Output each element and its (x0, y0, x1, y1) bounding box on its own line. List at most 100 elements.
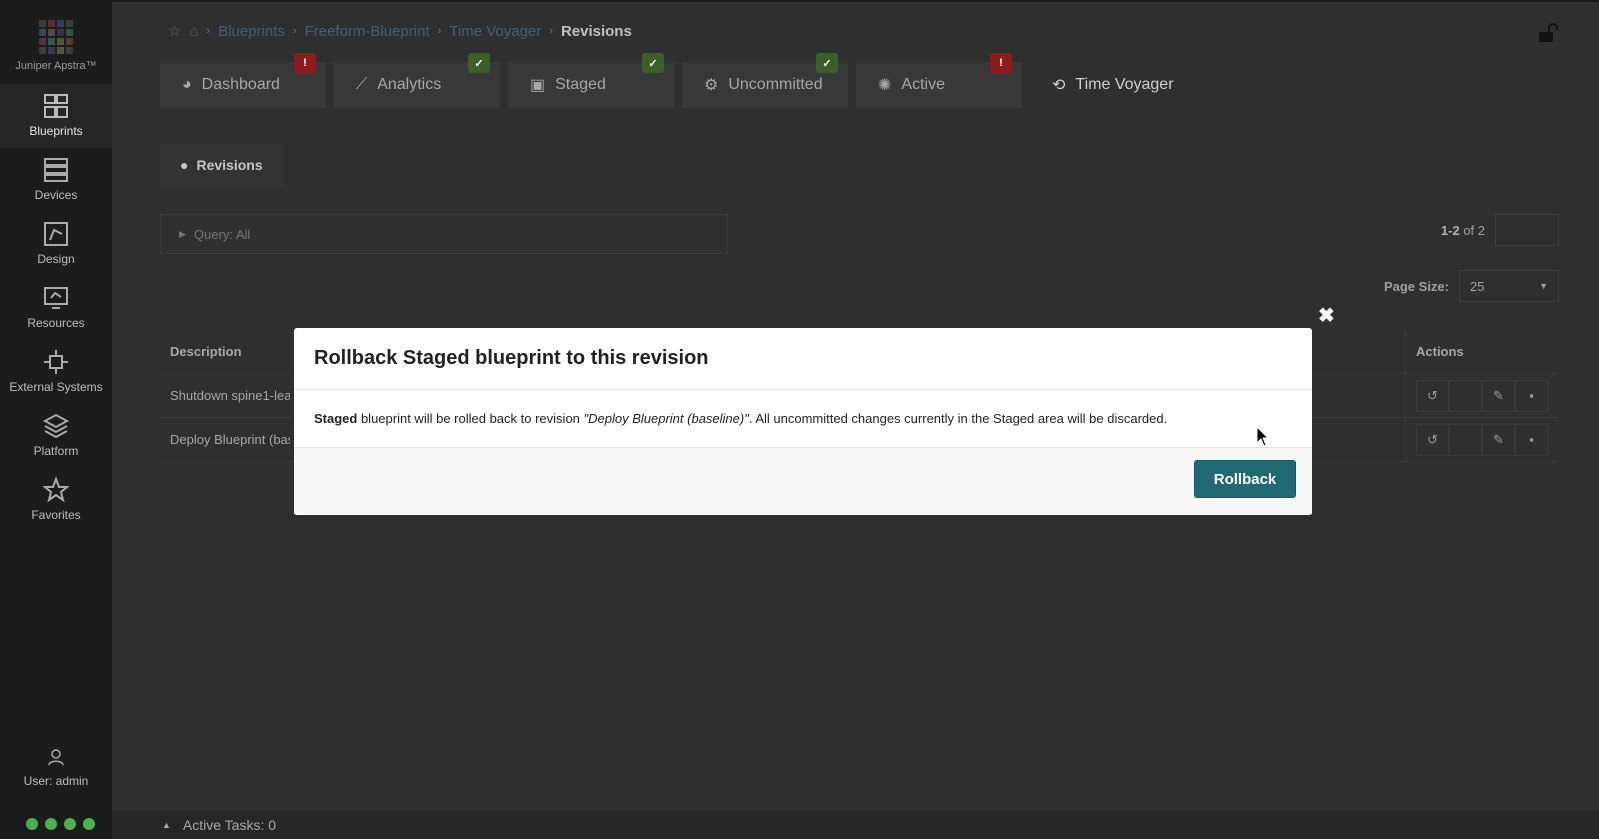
tab-revisions[interactable]: ● Revisions (160, 144, 283, 186)
breadcrumb-separator: › (437, 25, 442, 37)
page-size-select[interactable]: 25 ▼ (1459, 270, 1559, 302)
sidebar-item-external-systems[interactable]: External Systems (0, 340, 112, 404)
blueprint-tabs: ◕ Dashboard ! ⟋ Analytics ✓ ▣ Staged ✓ ⚙… (160, 53, 1200, 108)
resources-icon (44, 287, 68, 309)
active-tasks-bar[interactable]: ▲ Active Tasks: 0 (112, 811, 1599, 839)
breadcrumb-current: Revisions (560, 22, 632, 40)
column-header-actions: Actions (1405, 330, 1559, 373)
modal-body-text-end: . All uncommitted changes currently in t… (748, 411, 1168, 426)
close-icon[interactable]: ✖ (1318, 303, 1335, 328)
delete-icon[interactable]: ▪ (1515, 379, 1548, 412)
status-dot (45, 818, 57, 830)
analytics-icon: ⟋ (356, 76, 368, 93)
tab-dashboard[interactable]: ◕ Dashboard ! (160, 53, 326, 108)
sidebar-item-devices[interactable]: Devices (0, 148, 112, 212)
sidebar-item-design[interactable]: Design (0, 212, 112, 276)
star-icon (42, 476, 70, 503)
breadcrumb-time-voyager[interactable]: Time Voyager (449, 23, 541, 40)
pager-range: 1-2 (1440, 222, 1460, 238)
caret-right-icon: ▶ (179, 228, 186, 239)
history-icon: ⟲ (1052, 77, 1066, 94)
sidebar-item-resources[interactable]: Resources (0, 276, 112, 340)
caret-down-icon: ▼ (1539, 281, 1548, 291)
design-icon (44, 222, 68, 246)
tab-label: Uncommitted (728, 76, 823, 93)
status-indicators (26, 818, 95, 830)
breadcrumb: ☆ ⌂ › Blueprints › Freeform-Blueprint › … (168, 22, 632, 41)
breadcrumb-separator: › (206, 25, 211, 37)
delete-icon[interactable]: ▪ (1515, 423, 1548, 456)
top-divider (112, 0, 1599, 2)
row-actions: ↺ ✎ ▪ (1405, 418, 1559, 461)
staged-icon: ▣ (530, 77, 546, 94)
tab-label: Active (901, 76, 945, 93)
tab-label: Staged (555, 76, 606, 93)
rollback-modal: Rollback Staged blueprint to this revisi… (294, 328, 1312, 515)
tab-label: Time Voyager (1075, 76, 1174, 93)
app-logo[interactable]: Juniper Apstra™ (0, 12, 112, 72)
product-name: Juniper Apstra™ (15, 60, 97, 72)
tab-staged[interactable]: ▣ Staged ✓ (508, 53, 674, 108)
breadcrumb-separator: › (292, 25, 297, 37)
query-filter[interactable]: ▶ Query: All (160, 214, 728, 254)
breadcrumb-freeform-blueprint[interactable]: Freeform-Blueprint (305, 23, 430, 40)
uncommitted-icon: ⚙ (704, 77, 719, 94)
tab-label: Dashboard (201, 76, 280, 93)
user-icon (48, 749, 64, 766)
page-size-label: Page Size: (1383, 278, 1449, 294)
user-menu[interactable]: User: admin (0, 748, 112, 788)
caret-up-icon: ▲ (162, 820, 171, 830)
page-size: Page Size: 25 ▼ (1384, 270, 1559, 302)
action-placeholder (1449, 379, 1482, 412)
platform-icon (42, 413, 70, 439)
sidebar-item-label: Platform (33, 444, 79, 458)
edit-icon[interactable]: ✎ (1482, 379, 1515, 412)
tab-label: Revisions (196, 157, 263, 173)
tab-label: Analytics (377, 76, 442, 93)
sidebar-item-label: External Systems (9, 380, 103, 394)
mouse-cursor-icon (1256, 426, 1270, 447)
check-icon: ✓ (642, 53, 664, 73)
lock-icon[interactable] (1537, 22, 1559, 49)
check-icon: ✓ (468, 53, 490, 73)
rollback-icon[interactable]: ↺ (1416, 423, 1449, 456)
pin-icon: ● (180, 157, 189, 173)
tab-analytics[interactable]: ⟋ Analytics ✓ (334, 53, 500, 108)
tab-active[interactable]: ✺ Active ! (856, 53, 1022, 108)
rollback-button[interactable]: Rollback (1194, 460, 1296, 498)
breadcrumb-blueprints[interactable]: Blueprints (218, 23, 285, 40)
status-dot (26, 818, 38, 830)
pager-total: of 2 (1463, 222, 1485, 238)
sidebar-item-platform[interactable]: Platform (0, 404, 112, 468)
sidebar-item-label: Blueprints (29, 124, 83, 138)
status-dot (83, 818, 95, 830)
user-label: User: admin (23, 774, 89, 788)
home-icon[interactable]: ⌂ (189, 23, 198, 40)
devices-icon (44, 158, 68, 182)
row-actions: ↺ ✎ ▪ (1405, 374, 1559, 417)
active-icon: ✺ (878, 77, 892, 94)
edit-icon[interactable]: ✎ (1482, 423, 1515, 456)
sidebar-item-label: Resources (27, 316, 85, 330)
column-header-description[interactable]: Description (160, 344, 290, 359)
external-systems-icon (44, 350, 68, 374)
modal-body: Staged blueprint will be rolled back to … (294, 390, 1312, 448)
tab-uncommitted[interactable]: ⚙ Uncommitted ✓ (682, 53, 848, 108)
modal-body-bold: Staged (314, 411, 358, 426)
sidebar-item-favorites[interactable]: Favorites (0, 468, 112, 532)
check-icon: ✓ (816, 53, 838, 73)
pager-nav-buttons[interactable] (1495, 214, 1559, 246)
modal-title: Rollback Staged blueprint to this revisi… (294, 328, 1312, 390)
row-description: Shutdown spine1-leaf (170, 388, 290, 403)
action-placeholder (1449, 423, 1482, 456)
status-dot (64, 818, 76, 830)
sidebar-item-label: Devices (34, 188, 78, 202)
rollback-icon[interactable]: ↺ (1416, 379, 1449, 412)
favorite-star-icon[interactable]: ☆ (168, 22, 181, 40)
page-size-value: 25 (1470, 278, 1485, 294)
pagination: 1-2 of 2 (1441, 214, 1559, 246)
modal-body-revision: "Deploy Blueprint (baseline)" (583, 411, 749, 426)
sidebar-item-blueprints[interactable]: Blueprints (0, 84, 112, 148)
active-tasks-label: Active Tasks: 0 (182, 817, 277, 833)
tab-time-voyager[interactable]: ⟲ Time Voyager (1030, 62, 1200, 108)
